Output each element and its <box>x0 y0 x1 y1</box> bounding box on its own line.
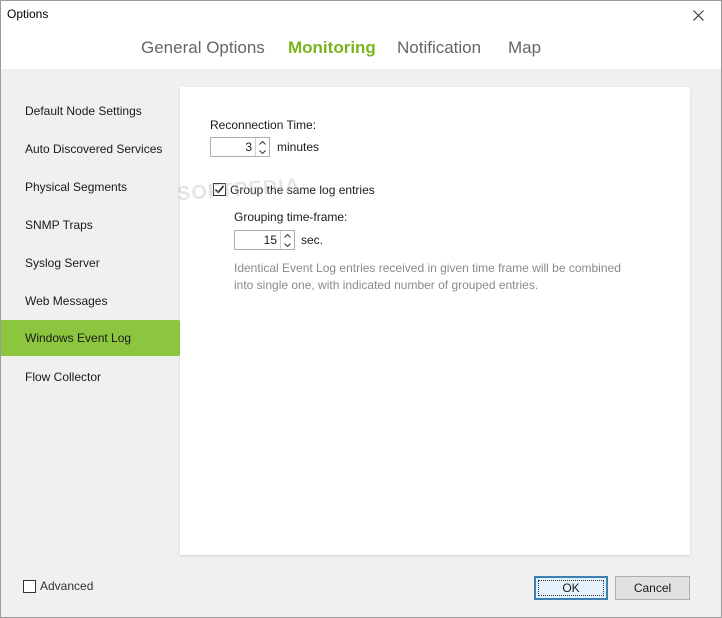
grouping-up-button[interactable] <box>281 231 294 240</box>
close-icon <box>692 9 704 21</box>
reconnection-time-input[interactable] <box>211 138 255 156</box>
chevron-down-icon <box>284 242 291 247</box>
chevron-up-icon <box>284 233 291 238</box>
tab-bar: General Options Monitoring Notification … <box>1 31 721 69</box>
options-window: Options General Options Monitoring Notif… <box>0 0 722 618</box>
description-line-1: Identical Event Log entries received in … <box>234 261 621 275</box>
description-line-2: into single one, with indicated number o… <box>234 278 539 292</box>
chevron-up-icon <box>259 140 266 145</box>
sidebar-item-web-messages[interactable]: Web Messages <box>1 283 179 319</box>
title-bar: Options <box>1 1 721 31</box>
sidebar-item-syslog-server[interactable]: Syslog Server <box>1 245 179 281</box>
reconnection-unit: minutes <box>277 140 320 154</box>
sidebar-item-auto-discovered-services[interactable]: Auto Discovered Services <box>1 131 179 167</box>
grouping-stepper-buttons <box>280 231 294 249</box>
close-button[interactable] <box>675 1 721 29</box>
settings-panel: Reconnection Time: minutes Group <box>180 87 690 555</box>
grouping-unit: sec. <box>301 233 324 247</box>
grouping-time-frame-label: Grouping time-frame: <box>234 210 348 224</box>
sidebar-item-physical-segments[interactable]: Physical Segments <box>1 169 179 205</box>
advanced-checkbox[interactable] <box>23 580 36 593</box>
advanced-label[interactable]: Advanced <box>40 579 93 593</box>
grouping-time-frame-stepper[interactable] <box>234 230 295 250</box>
sidebar-item-snmp-traps[interactable]: SNMP Traps <box>1 207 179 243</box>
sidebar-item-windows-event-log[interactable]: Windows Event Log <box>1 320 189 356</box>
reconnection-up-button[interactable] <box>256 138 269 147</box>
chevron-down-icon <box>259 149 266 154</box>
reconnection-down-button[interactable] <box>256 147 269 156</box>
content-area: Default Node Settings Auto Discovered Se… <box>1 69 721 617</box>
grouping-description: Identical Event Log entries received in … <box>234 260 634 294</box>
reconnection-stepper-buttons <box>255 138 269 156</box>
tab-notification[interactable]: Notification <box>397 38 481 58</box>
reconnection-time-stepper[interactable] <box>210 137 270 157</box>
window-title: Options <box>7 7 49 21</box>
sidebar-item-label: Windows Event Log <box>25 331 132 345</box>
ok-button[interactable]: OK <box>534 576 608 600</box>
tab-monitoring[interactable]: Monitoring <box>288 38 376 58</box>
tab-map[interactable]: Map <box>508 38 541 58</box>
focus-rectangle <box>538 580 604 596</box>
grouping-time-frame-input[interactable] <box>235 231 280 249</box>
sidebar-item-flow-collector[interactable]: Flow Collector <box>1 359 179 395</box>
cancel-button[interactable]: Cancel <box>615 576 690 600</box>
grouping-down-button[interactable] <box>281 240 294 249</box>
cancel-button-label: Cancel <box>633 581 672 595</box>
reconnection-time-label: Reconnection Time: <box>210 118 317 132</box>
tab-general-options[interactable]: General Options <box>141 38 265 58</box>
sidebar-item-default-node-settings[interactable]: Default Node Settings <box>1 93 179 129</box>
